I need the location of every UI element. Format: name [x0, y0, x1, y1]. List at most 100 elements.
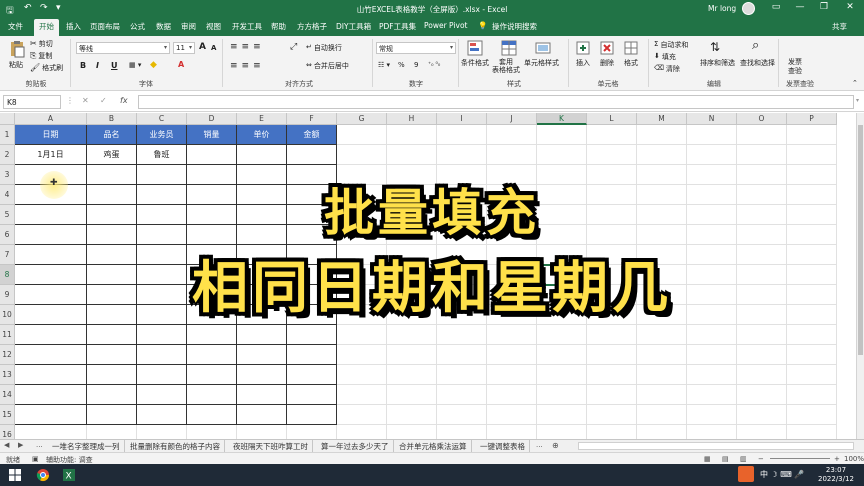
cell[interactable] — [487, 365, 537, 385]
sheet-tab[interactable]: 一堆名字整理成一列 — [48, 440, 125, 452]
cell[interactable] — [687, 125, 737, 145]
sheet-prev-icon[interactable]: ◀ — [4, 441, 9, 449]
column-header[interactable]: M — [637, 113, 687, 125]
insert-cells-button[interactable]: 插入 — [576, 58, 590, 68]
zoom-level[interactable]: 100% — [844, 455, 864, 463]
cell[interactable] — [587, 345, 637, 365]
ime-s-icon[interactable] — [738, 466, 754, 482]
cell[interactable] — [487, 405, 537, 425]
page-layout-view-icon[interactable]: ▤ — [722, 455, 729, 463]
column-header[interactable]: O — [737, 113, 787, 125]
cell[interactable] — [737, 125, 787, 145]
cell[interactable] — [687, 385, 737, 405]
cell[interactable] — [787, 325, 837, 345]
cell[interactable] — [387, 405, 437, 425]
row-header[interactable]: 12 — [0, 345, 15, 365]
cell[interactable] — [287, 425, 337, 439]
cell[interactable] — [87, 345, 137, 365]
cell[interactable] — [137, 325, 187, 345]
font-color-button[interactable]: A — [178, 60, 184, 69]
taskbar-clock[interactable]: 23:07 2022/3/12 — [818, 466, 854, 484]
cell[interactable] — [237, 405, 287, 425]
orientation-icon[interactable]: ⤢ — [290, 42, 297, 52]
column-header[interactable]: K — [537, 113, 587, 125]
column-header[interactable]: G — [337, 113, 387, 125]
collapse-ribbon-icon[interactable]: ⌃ — [852, 79, 858, 87]
wrap-text-button[interactable]: ↵ 自动换行 — [306, 43, 342, 53]
cell[interactable] — [587, 325, 637, 345]
tab-file[interactable]: 文件 — [8, 21, 23, 32]
column-header[interactable]: L — [587, 113, 637, 125]
table-header-cell[interactable]: 业务员 — [137, 125, 187, 145]
cell[interactable] — [237, 365, 287, 385]
share-button[interactable]: 共享 — [832, 21, 847, 32]
macro-record-icon[interactable]: ▣ — [32, 455, 39, 463]
sheet-more-right[interactable]: ... — [536, 441, 543, 449]
sort-filter-icon[interactable]: ⇅ — [710, 40, 720, 54]
add-sheet-icon[interactable]: ⊕ — [552, 441, 559, 450]
paste-icon[interactable] — [8, 40, 26, 58]
cell[interactable] — [637, 405, 687, 425]
italic-button[interactable]: I — [96, 61, 99, 70]
underline-button[interactable]: U — [111, 61, 118, 70]
cell[interactable] — [487, 425, 537, 439]
table-header-cell[interactable]: 单价 — [237, 125, 287, 145]
tab-help[interactable]: 帮助 — [271, 21, 286, 32]
cell[interactable] — [237, 425, 287, 439]
cell[interactable] — [337, 365, 387, 385]
shrink-font-button[interactable]: A — [211, 44, 216, 52]
column-header[interactable]: E — [237, 113, 287, 125]
cell[interactable] — [287, 345, 337, 365]
cell[interactable] — [15, 365, 87, 385]
cut-button[interactable]: ✂ 剪切 — [30, 39, 53, 49]
tell-me-search[interactable]: 操作说明搜索 — [492, 21, 537, 32]
cell[interactable] — [537, 425, 587, 439]
sheet-tab[interactable]: 夜班隔天下班咋算工时 — [229, 440, 313, 452]
table-cell[interactable] — [287, 145, 337, 165]
cell[interactable] — [437, 405, 487, 425]
cell[interactable] — [437, 365, 487, 385]
normal-view-icon[interactable]: ▦ — [704, 455, 711, 463]
cell[interactable] — [537, 125, 587, 145]
comma-button[interactable]: 9 — [414, 61, 418, 69]
cell[interactable] — [187, 345, 237, 365]
cell[interactable] — [15, 425, 87, 439]
table-cell[interactable]: 1月1日 — [15, 145, 87, 165]
column-header[interactable]: F — [287, 113, 337, 125]
cell-styles-icon[interactable] — [534, 39, 552, 57]
vertical-align-icons[interactable]: ≡≡≡ — [230, 42, 265, 52]
row-header[interactable]: 2 — [0, 145, 15, 165]
conditional-format-button[interactable]: 条件格式 — [461, 58, 489, 68]
cell[interactable] — [87, 325, 137, 345]
cell[interactable] — [387, 325, 437, 345]
tab-view[interactable]: 视图 — [206, 21, 221, 32]
cell[interactable] — [337, 125, 387, 145]
cell[interactable] — [637, 425, 687, 439]
enter-icon[interactable]: ✓ — [100, 96, 107, 105]
sheet-tab[interactable]: 算一年过去多少天了 — [317, 440, 394, 452]
format-as-table-icon[interactable] — [500, 39, 518, 57]
cell[interactable] — [587, 425, 637, 439]
cell[interactable] — [287, 365, 337, 385]
sheet-tab[interactable]: 一键调整表格 — [476, 440, 530, 452]
cell[interactable] — [487, 125, 537, 145]
tab-pdf-tools[interactable]: PDF工具集 — [379, 21, 416, 32]
cell[interactable] — [387, 145, 437, 165]
cell[interactable] — [537, 145, 587, 165]
cell[interactable] — [437, 385, 487, 405]
cell[interactable] — [387, 385, 437, 405]
column-header[interactable]: J — [487, 113, 537, 125]
cell[interactable] — [587, 405, 637, 425]
merge-center-button[interactable]: ⇔ 合并后居中 — [306, 61, 349, 71]
cell[interactable] — [337, 385, 387, 405]
sheet-tab[interactable]: 批量删除有颜色的格子内容 — [126, 440, 225, 452]
sort-filter-button[interactable]: 排序和筛选 — [700, 58, 735, 68]
table-header-cell[interactable]: 日期 — [15, 125, 87, 145]
avatar[interactable] — [742, 2, 755, 15]
cell[interactable] — [437, 425, 487, 439]
zoom-slider[interactable] — [770, 458, 830, 459]
cell[interactable] — [287, 385, 337, 405]
cell[interactable] — [437, 145, 487, 165]
cell[interactable] — [537, 405, 587, 425]
cell[interactable] — [387, 425, 437, 439]
